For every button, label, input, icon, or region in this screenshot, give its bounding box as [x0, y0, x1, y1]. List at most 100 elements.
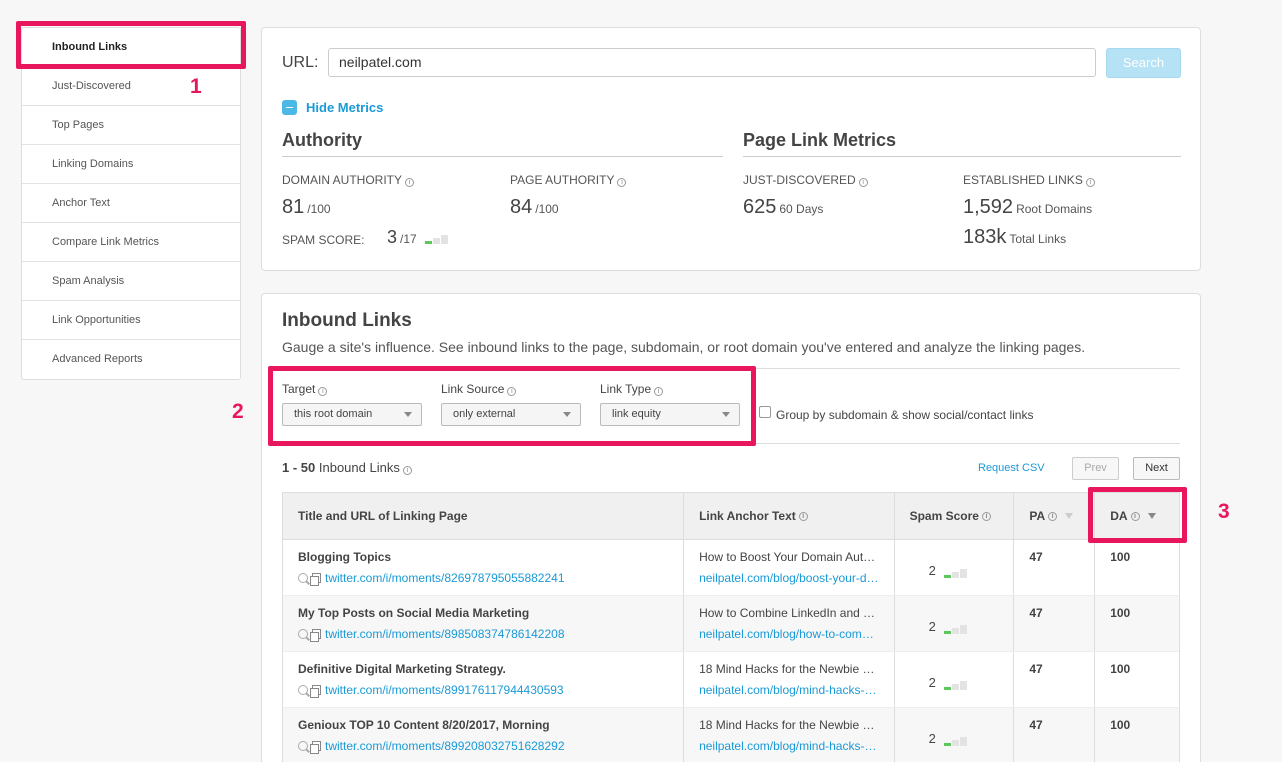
just-discovered-value: 625 60 Days	[743, 196, 824, 218]
anchor-text: 18 Mind Hacks for the Newbie Marketer	[699, 718, 880, 732]
info-icon[interactable]: i	[405, 178, 415, 187]
linking-page-url[interactable]: twitter.com/i/moments/899176117944430593	[325, 683, 564, 697]
domain-authority-value: 81/100	[282, 196, 331, 218]
url-label: URL:	[282, 54, 319, 71]
info-icon[interactable]: i	[617, 178, 627, 187]
table-row: Blogging Topics twitter.com/i/moments/826…	[283, 540, 1179, 596]
search-button[interactable]: Search	[1106, 48, 1181, 78]
sidebar-item-top-pages[interactable]: Top Pages	[22, 106, 240, 145]
col-title-url[interactable]: Title and URL of Linking Page	[283, 493, 685, 539]
highlight-box-3	[1088, 487, 1187, 543]
authority-divider	[282, 156, 723, 157]
spam-score-value: 3/17	[387, 227, 448, 248]
copy-icon[interactable]	[310, 685, 321, 698]
search-icon[interactable]	[298, 685, 308, 695]
sort-arrow-icon	[1065, 513, 1074, 519]
da-value: 100	[1110, 550, 1131, 564]
spam-score-cell: 2	[929, 563, 967, 578]
inbound-links-description: Gauge a site's influence. See inbound li…	[282, 339, 1086, 355]
linking-page-title[interactable]: My Top Posts on Social Media Marketing	[298, 606, 529, 620]
highlight-box-1	[16, 21, 246, 69]
pa-value: 47	[1029, 550, 1043, 564]
sidebar-item-spam-analysis[interactable]: Spam Analysis	[22, 262, 240, 301]
da-value: 100	[1110, 662, 1131, 676]
spam-score-cell: 2	[929, 619, 967, 634]
anchor-url[interactable]: neilpatel.com/blog/mind-hacks-for-newbie	[699, 739, 879, 753]
anchor-text: 18 Mind Hacks for the Newbie Marketer	[699, 662, 880, 676]
pa-value: 47	[1029, 718, 1043, 732]
linking-page-url[interactable]: twitter.com/i/moments/898508374786142208	[325, 627, 565, 641]
sidebar-item-link-opportunities[interactable]: Link Opportunities	[22, 301, 240, 340]
spam-score-bars-icon	[943, 625, 967, 634]
sidebar-nav: Inbound Links Just-Discovered Top Pages …	[21, 27, 241, 380]
results-range: 1 - 50 Inbound Links i	[282, 460, 412, 475]
search-icon[interactable]	[298, 741, 308, 751]
copy-icon[interactable]	[310, 629, 321, 642]
annotation-number-1: 1	[190, 75, 202, 98]
da-value: 100	[1110, 606, 1131, 620]
col-spam-score[interactable]: Spam Score i	[895, 493, 1015, 539]
collapse-icon	[282, 100, 297, 115]
info-icon[interactable]: i	[981, 511, 991, 521]
total-links-value: 183k Total Links	[963, 226, 1067, 248]
info-icon[interactable]: i	[402, 466, 412, 475]
info-icon[interactable]: i	[858, 178, 868, 187]
info-icon[interactable]: i	[1085, 178, 1095, 187]
hide-metrics-label: Hide Metrics	[306, 100, 384, 115]
page-authority-value: 84/100	[510, 196, 559, 218]
annotation-number-2: 2	[232, 400, 244, 423]
page-link-metrics-title: Page Link Metrics	[743, 130, 897, 150]
table-row: Definitive Digital Marketing Strategy. tw…	[283, 652, 1179, 708]
anchor-url[interactable]: neilpatel.com/blog/boost-your-domain-aut…	[699, 571, 879, 585]
hide-metrics-toggle[interactable]: Hide Metrics	[282, 100, 383, 115]
root-domains-value: 1,592 Root Domains	[963, 196, 1093, 218]
url-input[interactable]: neilpatel.com	[328, 48, 1096, 77]
info-icon[interactable]: i	[798, 511, 808, 521]
request-csv-link[interactable]: Request CSV	[978, 462, 1045, 474]
pa-value: 47	[1029, 606, 1043, 620]
col-pa[interactable]: PA i	[1014, 493, 1096, 539]
highlight-box-2	[268, 366, 756, 446]
da-value: 100	[1110, 718, 1131, 732]
group-by-subdomain-checkbox[interactable]	[759, 406, 771, 418]
page-link-divider	[743, 156, 1181, 157]
anchor-url[interactable]: neilpatel.com/blog/mind-hacks-for-newbie	[699, 683, 879, 697]
authority-title: Authority	[282, 130, 362, 150]
search-metrics-panel: URL: neilpatel.com Search Hide Metrics A…	[261, 27, 1201, 271]
anchor-text: How to Boost Your Domain Authority	[699, 550, 880, 564]
sidebar-item-compare-link-metrics[interactable]: Compare Link Metrics	[22, 223, 240, 262]
copy-icon[interactable]	[310, 573, 321, 586]
group-by-subdomain-label: Group by subdomain & show social/contact…	[776, 408, 1034, 422]
spam-score-bars-icon	[943, 569, 967, 578]
established-links-label: ESTABLISHED LINKS i	[963, 173, 1095, 187]
spam-score-cell: 2	[929, 675, 967, 690]
linking-page-title[interactable]: Blogging Topics	[298, 550, 391, 564]
just-discovered-label: JUST-DISCOVERED i	[743, 173, 868, 187]
inbound-links-table: Title and URL of Linking Page Link Ancho…	[282, 492, 1180, 762]
sidebar-item-advanced-reports[interactable]: Advanced Reports	[22, 340, 240, 379]
anchor-text: How to Combine LinkedIn and Twitter	[699, 606, 880, 620]
spam-score-bars-icon	[424, 235, 448, 244]
sidebar-item-anchor-text[interactable]: Anchor Text	[22, 184, 240, 223]
search-icon[interactable]	[298, 629, 308, 639]
col-anchor-text[interactable]: Link Anchor Text i	[684, 493, 895, 539]
linking-page-title[interactable]: Genioux TOP 10 Content 8/20/2017, Mornin…	[298, 718, 550, 732]
page-authority-label: PAGE AUTHORITY i	[510, 173, 627, 187]
annotation-number-3: 3	[1218, 500, 1230, 523]
info-icon[interactable]: i	[1048, 511, 1058, 521]
linking-page-url[interactable]: twitter.com/i/moments/826978795055882241	[325, 571, 565, 585]
spam-score-bars-icon	[943, 681, 967, 690]
table-row: My Top Posts on Social Media Marketing tw…	[283, 596, 1179, 652]
sidebar-item-just-discovered[interactable]: Just-Discovered	[22, 67, 240, 106]
linking-page-title[interactable]: Definitive Digital Marketing Strategy.	[298, 662, 506, 676]
inbound-links-title: Inbound Links	[282, 310, 412, 331]
spam-score-label: SPAM SCORE:	[282, 233, 365, 247]
spam-score-cell: 2	[929, 731, 967, 746]
prev-page-button[interactable]: Prev	[1072, 457, 1119, 480]
next-page-button[interactable]: Next	[1133, 457, 1180, 480]
sidebar-item-linking-domains[interactable]: Linking Domains	[22, 145, 240, 184]
linking-page-url[interactable]: twitter.com/i/moments/899208032751628292	[325, 739, 565, 753]
search-icon[interactable]	[298, 573, 308, 583]
anchor-url[interactable]: neilpatel.com/blog/how-to-combine-linked…	[699, 627, 879, 641]
copy-icon[interactable]	[310, 741, 321, 754]
